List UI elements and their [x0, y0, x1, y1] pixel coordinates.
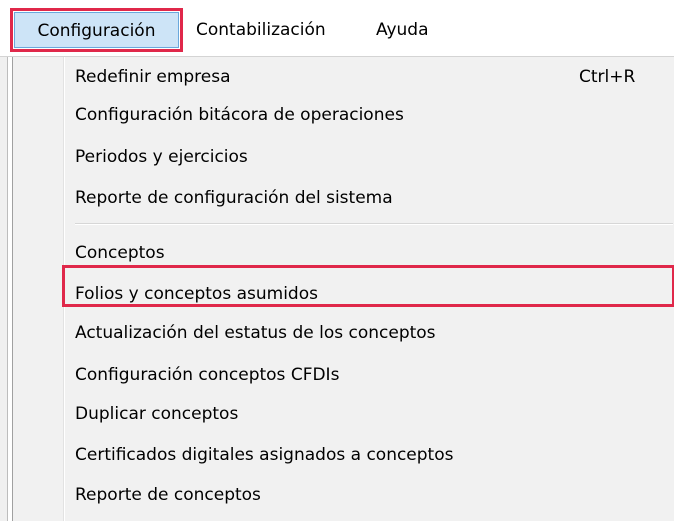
shortcut-ctrl-r: Ctrl+R	[579, 67, 636, 87]
menu-item-duplicar-conceptos[interactable]: Duplicar conceptos	[75, 396, 238, 432]
menu-bar: Configuración Contabilización Ayuda	[0, 0, 674, 56]
menu-separator-highlight	[75, 224, 673, 225]
menu-item-conceptos[interactable]: Conceptos	[75, 235, 165, 271]
menu-contabilizacion[interactable]: Contabilización	[196, 12, 326, 48]
window-edge-strip	[0, 57, 8, 521]
menu-ayuda[interactable]: Ayuda	[376, 12, 429, 48]
menu-item-redefinir-empresa[interactable]: Redefinir empresa	[75, 59, 231, 95]
menu-icon-column-divider-highlight	[64, 57, 65, 521]
menu-item-configuracion-bitacora[interactable]: Configuración bitácora de operaciones	[75, 97, 404, 133]
menu-item-reporte-configuracion[interactable]: Reporte de configuración del sistema	[75, 180, 393, 216]
menu-item-periodos-ejercicios[interactable]: Periodos y ejercicios	[75, 139, 248, 175]
menu-item-folios-conceptos-asumidos[interactable]: Folios y conceptos asumidos	[75, 276, 318, 312]
configuracion-dropdown-menu: Redefinir empresa Ctrl+R Configuración b…	[12, 57, 674, 521]
menu-item-configuracion-cfdis[interactable]: Configuración conceptos CFDIs	[75, 357, 339, 393]
menu-item-actualizacion-estatus[interactable]: Actualización del estatus de los concept…	[75, 315, 436, 351]
menu-item-reporte-conceptos[interactable]: Reporte de conceptos	[75, 477, 261, 513]
menu-item-certificados-digitales[interactable]: Certificados digitales asignados a conce…	[75, 437, 453, 473]
menu-configuracion[interactable]: Configuración	[14, 12, 179, 48]
menu-icon-column	[13, 57, 63, 521]
